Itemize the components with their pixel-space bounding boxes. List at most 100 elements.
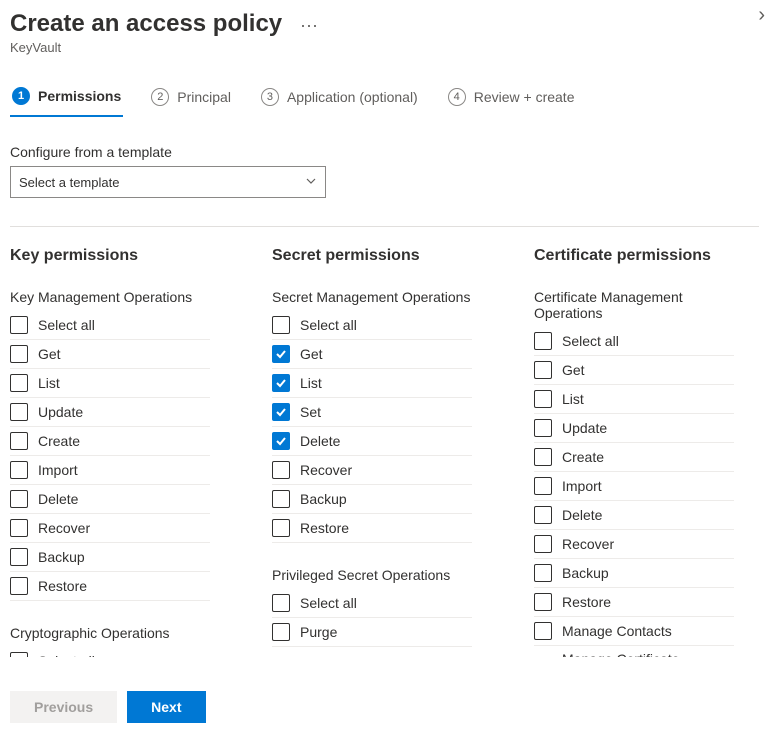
permission-row[interactable]: Purge: [272, 618, 472, 647]
permission-row[interactable]: List: [534, 385, 734, 414]
permission-label: Restore: [300, 520, 349, 536]
chevron-down-icon: [305, 175, 317, 190]
checkbox[interactable]: [534, 593, 552, 611]
permission-row[interactable]: Recover: [10, 514, 210, 543]
next-button[interactable]: Next: [127, 691, 205, 723]
template-select[interactable]: Select a template: [10, 166, 326, 198]
checkbox[interactable]: [272, 403, 290, 421]
permission-row[interactable]: Set: [272, 398, 472, 427]
checkbox[interactable]: [272, 461, 290, 479]
tab-number: 2: [151, 88, 169, 106]
tab-principal[interactable]: 2 Principal: [149, 81, 233, 117]
select-all-row[interactable]: Select all: [10, 647, 210, 657]
checkbox[interactable]: [534, 448, 552, 466]
permission-label: Set: [300, 404, 321, 420]
checkbox[interactable]: [534, 535, 552, 553]
tab-permissions[interactable]: 1Permissions: [10, 81, 123, 117]
checkbox[interactable]: [10, 432, 28, 450]
permission-row[interactable]: Recover: [272, 456, 472, 485]
checkbox[interactable]: [272, 623, 290, 641]
permissions-columns: Key permissionsKey Management Operations…: [10, 247, 759, 657]
permission-row[interactable]: Import: [534, 472, 734, 501]
permission-row[interactable]: Update: [534, 414, 734, 443]
checkbox[interactable]: [10, 461, 28, 479]
permission-row[interactable]: Update: [10, 398, 210, 427]
permission-label: Restore: [38, 578, 87, 594]
template-label: Configure from a template: [10, 144, 759, 160]
checkbox[interactable]: [272, 432, 290, 450]
checkbox[interactable]: [272, 316, 290, 334]
permission-label: Create: [562, 449, 604, 465]
checkbox[interactable]: [534, 564, 552, 582]
permission-row[interactable]: Backup: [272, 485, 472, 514]
section-divider: [10, 226, 759, 227]
checkbox[interactable]: [534, 361, 552, 379]
permission-row[interactable]: List: [10, 369, 210, 398]
permission-label: Manage Certificate Authorities: [562, 651, 734, 657]
permission-row[interactable]: Recover: [534, 530, 734, 559]
permission-row[interactable]: Restore: [10, 572, 210, 601]
more-icon[interactable]: ···: [300, 15, 318, 36]
column-title: Secret permissions: [272, 247, 534, 265]
permission-label: Backup: [562, 565, 609, 581]
permission-row[interactable]: Delete: [272, 427, 472, 456]
checkbox[interactable]: [272, 490, 290, 508]
checkbox[interactable]: [272, 594, 290, 612]
permissions-column: Certificate permissionsCertificate Manag…: [534, 247, 744, 657]
permission-row[interactable]: Delete: [10, 485, 210, 514]
permission-row[interactable]: Get: [272, 340, 472, 369]
checkbox[interactable]: [272, 374, 290, 392]
permission-label: Backup: [38, 549, 85, 565]
checkbox[interactable]: [10, 345, 28, 363]
permission-row[interactable]: Get: [10, 340, 210, 369]
permission-row[interactable]: Delete: [534, 501, 734, 530]
tab-application-optional-[interactable]: 3Application (optional): [259, 81, 420, 117]
select-all-row[interactable]: Select all: [534, 327, 734, 356]
select-all-row[interactable]: Select all: [272, 589, 472, 618]
tab-label: Application (optional): [287, 89, 418, 105]
checkbox[interactable]: [534, 390, 552, 408]
close-icon[interactable]: ›: [758, 4, 765, 27]
permission-label: Delete: [562, 507, 602, 523]
checkbox[interactable]: [272, 345, 290, 363]
checkbox[interactable]: [10, 519, 28, 537]
previous-button[interactable]: Previous: [10, 691, 117, 723]
select-all-label: Select all: [300, 595, 357, 611]
tab-label: Principal: [177, 89, 231, 105]
permission-row[interactable]: Manage Certificate Authorities: [534, 646, 734, 657]
permission-label: Get: [562, 362, 585, 378]
permission-row[interactable]: Create: [534, 443, 734, 472]
checkbox[interactable]: [534, 419, 552, 437]
permission-row[interactable]: Import: [10, 456, 210, 485]
permission-row[interactable]: Backup: [534, 559, 734, 588]
checkbox[interactable]: [10, 374, 28, 392]
permission-label: Restore: [562, 594, 611, 610]
permission-row[interactable]: Restore: [534, 588, 734, 617]
select-all-row[interactable]: Select all: [10, 311, 210, 340]
checkbox[interactable]: [10, 577, 28, 595]
checkbox[interactable]: [534, 332, 552, 350]
permissions-column: Secret permissionsSecret Management Oper…: [272, 247, 534, 657]
checkbox[interactable]: [534, 506, 552, 524]
tab-review-create[interactable]: 4Review + create: [446, 81, 577, 117]
tab-label: Permissions: [38, 88, 121, 104]
permission-row[interactable]: Manage Contacts: [534, 617, 734, 646]
permission-label: Get: [300, 346, 323, 362]
permission-row[interactable]: List: [272, 369, 472, 398]
permission-row[interactable]: Create: [10, 427, 210, 456]
select-all-row[interactable]: Select all: [272, 311, 472, 340]
checkbox[interactable]: [10, 403, 28, 421]
permission-row[interactable]: Backup: [10, 543, 210, 572]
checkbox[interactable]: [272, 519, 290, 537]
checkbox[interactable]: [10, 490, 28, 508]
permission-label: Recover: [300, 462, 352, 478]
checkbox[interactable]: [534, 477, 552, 495]
column-title: Certificate permissions: [534, 247, 744, 265]
checkbox[interactable]: [534, 622, 552, 640]
checkbox[interactable]: [10, 316, 28, 334]
select-all-label: Select all: [562, 333, 619, 349]
checkbox[interactable]: [10, 652, 28, 657]
permission-row[interactable]: Get: [534, 356, 734, 385]
permission-row[interactable]: Restore: [272, 514, 472, 543]
checkbox[interactable]: [10, 548, 28, 566]
